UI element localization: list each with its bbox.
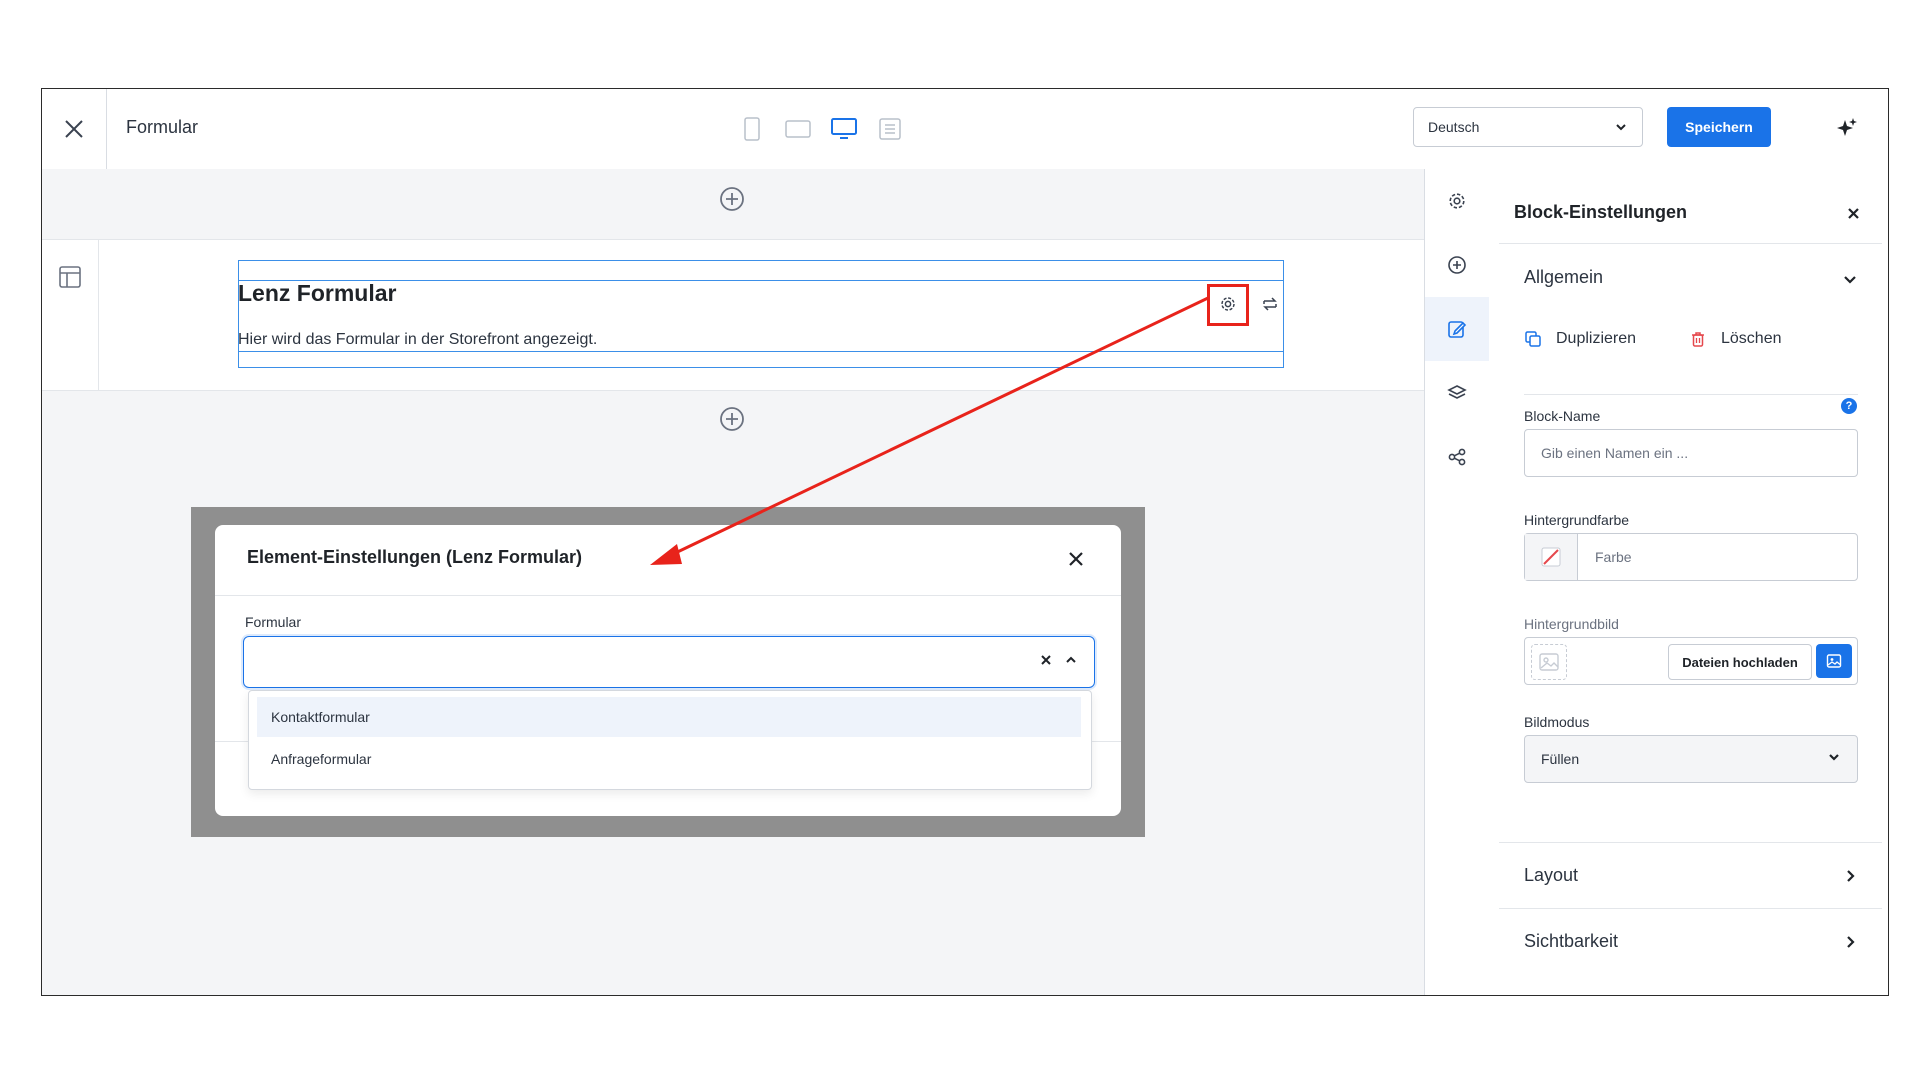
element-description: Hier wird das Formular in der Storefront… — [238, 331, 598, 348]
layers-icon — [1447, 385, 1467, 399]
layers-tab-button[interactable] — [1425, 361, 1489, 425]
modal-title: Element-Einstellungen (Lenz Formular) — [247, 547, 583, 567]
mobile-icon — [744, 117, 760, 141]
option-item[interactable]: Kontaktformular — [257, 697, 1081, 737]
block-name-input[interactable]: Gib einen Namen ein ... — [1524, 429, 1858, 477]
close-editor-button[interactable] — [42, 89, 107, 169]
duplicate-label: Duplizieren — [1556, 330, 1637, 347]
desktop-icon — [831, 118, 857, 139]
bg-color-label: Hintergrundfarbe — [1524, 512, 1630, 528]
top-bar: Formular Deutsch Speichern — [42, 89, 1888, 170]
help-icon[interactable]: ? — [1841, 398, 1857, 414]
element-settings-modal: Element-Einstellungen (Lenz Formular) Fo… — [215, 525, 1121, 816]
add-element-tab-button[interactable] — [1425, 233, 1489, 297]
add-section-top-button[interactable] — [719, 186, 745, 212]
collapse-select-button[interactable] — [1064, 653, 1078, 672]
chevron-down-icon — [1829, 754, 1839, 761]
media-library-button[interactable] — [1816, 644, 1852, 678]
list-view-icon — [879, 118, 901, 140]
form-options-dropdown: Kontaktformular Anfrageformular — [248, 690, 1092, 790]
chevron-down-icon — [1616, 124, 1626, 131]
close-icon — [1848, 208, 1859, 219]
gear-icon — [1449, 193, 1465, 209]
panel-divider — [1524, 394, 1858, 395]
form-select[interactable] — [243, 636, 1095, 688]
page-title: Formular — [126, 117, 199, 137]
bg-image-label: Hintergrundbild — [1524, 616, 1619, 632]
ai-sparkle-button[interactable] — [1835, 116, 1859, 145]
close-icon — [65, 120, 83, 138]
chevron-right-icon[interactable] — [1842, 934, 1858, 950]
modal-divider — [215, 595, 1121, 596]
clear-selection-button[interactable] — [1039, 653, 1053, 672]
trash-icon — [1692, 332, 1704, 347]
language-value: Deutsch — [1428, 119, 1480, 135]
device-list-button[interactable] — [874, 115, 906, 143]
duplicate-button[interactable]: Duplizieren — [1524, 330, 1636, 348]
modal-close-button[interactable] — [1068, 551, 1084, 572]
section-row: Lenz Formular Hier wird das Formular in … — [42, 239, 1424, 391]
section-visibility-header[interactable]: Sichtbarkeit — [1524, 931, 1618, 952]
edit-icon — [1448, 321, 1467, 338]
block-settings-panel: Block-Einstellungen Allgemein Dupliziere… — [1489, 169, 1888, 995]
image-mode-select[interactable]: Füllen — [1524, 735, 1858, 783]
element-heading: Lenz Formular — [238, 280, 397, 306]
delete-button[interactable]: Löschen — [1689, 330, 1782, 348]
panel-divider — [1499, 908, 1882, 909]
section-layout-header[interactable]: Layout — [1524, 865, 1578, 886]
image-placeholder-icon — [1531, 644, 1567, 680]
add-section-bottom-button[interactable] — [719, 406, 745, 432]
sparkle-icon — [1837, 118, 1857, 136]
close-icon — [1041, 655, 1051, 665]
form-field-label: Formular — [245, 614, 302, 630]
device-desktop-button[interactable] — [828, 115, 860, 143]
panel-divider — [1499, 243, 1882, 244]
bg-color-placeholder: Farbe — [1595, 549, 1632, 565]
panel-divider — [1499, 842, 1882, 843]
chevron-right-icon[interactable] — [1842, 868, 1858, 884]
chevron-down-icon[interactable] — [1842, 271, 1858, 287]
panel-title: Block-Einstellungen — [1514, 202, 1688, 222]
chevron-up-icon — [1066, 656, 1076, 663]
share-icon — [1448, 448, 1466, 466]
plus-circle-icon — [720, 407, 744, 431]
section-general-header[interactable]: Allgemein — [1524, 267, 1603, 288]
color-swatch[interactable] — [1525, 534, 1578, 580]
device-tablet-button[interactable] — [782, 115, 814, 143]
layout-icon[interactable] — [59, 266, 81, 288]
save-button[interactable]: Speichern — [1667, 107, 1771, 147]
language-select[interactable]: Deutsch — [1413, 107, 1643, 147]
device-mobile-button[interactable] — [736, 115, 768, 143]
app-window: Formular Deutsch Speichern Lenz Formular… — [41, 88, 1889, 996]
plus-circle-icon — [1448, 256, 1466, 274]
element-replace-button[interactable] — [1250, 286, 1290, 322]
edit-block-tab-button[interactable] — [1425, 297, 1489, 361]
no-color-icon — [1541, 547, 1561, 567]
image-icon — [1826, 654, 1842, 668]
panel-close-button[interactable] — [1847, 207, 1860, 225]
option-item[interactable]: Anfrageformular — [257, 739, 1081, 779]
device-switcher — [736, 115, 906, 143]
close-icon — [1069, 552, 1083, 566]
image-mode-value: Füllen — [1541, 751, 1580, 767]
tablet-icon — [785, 120, 811, 138]
settings-tab-button[interactable] — [1425, 169, 1489, 233]
delete-label: Löschen — [1721, 330, 1782, 347]
settings-highlight-box — [1207, 284, 1249, 326]
bg-image-field: Dateien hochladen — [1524, 637, 1858, 685]
panel-icon-bar — [1424, 169, 1490, 995]
editor-canvas: Lenz Formular Hier wird das Formular in … — [42, 169, 1424, 995]
block-name-placeholder: Gib einen Namen ein ... — [1541, 445, 1689, 461]
plus-circle-icon — [720, 187, 744, 211]
block-name-label: Block-Name — [1524, 408, 1601, 424]
image-mode-label: Bildmodus — [1524, 714, 1590, 730]
upload-files-button[interactable]: Dateien hochladen — [1668, 644, 1812, 680]
section-gutter — [42, 240, 99, 390]
share-tab-button[interactable] — [1425, 425, 1489, 489]
duplicate-icon — [1525, 331, 1541, 347]
bg-color-input[interactable]: Farbe — [1524, 533, 1858, 581]
swap-icon — [1263, 297, 1277, 311]
